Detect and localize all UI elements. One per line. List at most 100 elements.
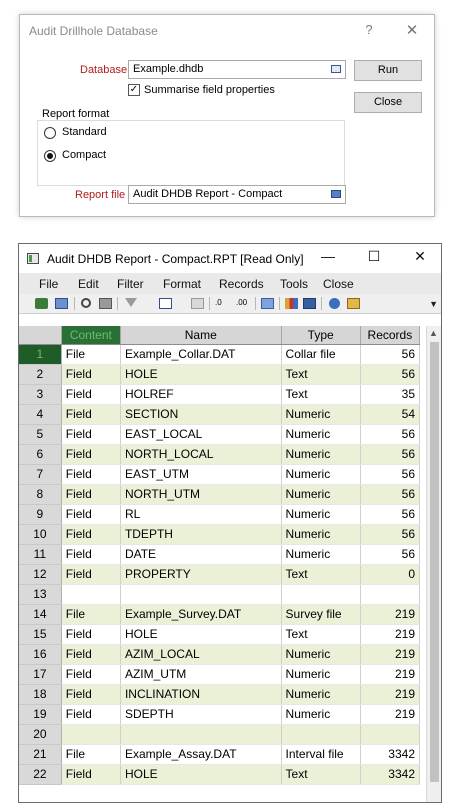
type-cell[interactable]: Interval file: [281, 744, 361, 765]
type-cell[interactable]: Numeric: [281, 544, 361, 565]
summarise-checkbox[interactable]: ✓: [128, 84, 140, 96]
row-number[interactable]: 7: [19, 464, 62, 485]
table-row[interactable]: 14 File Example_Survey.DAT Survey file 219: [19, 604, 421, 625]
content-cell[interactable]: File: [61, 344, 121, 365]
settings-icon[interactable]: [347, 298, 360, 309]
content-cell[interactable]: Field: [61, 664, 121, 685]
standard-radio[interactable]: [44, 127, 56, 139]
type-cell[interactable]: Text: [281, 384, 361, 405]
name-cell[interactable]: HOLE: [120, 364, 282, 385]
records-cell[interactable]: 56: [360, 464, 421, 485]
type-cell[interactable]: Numeric: [281, 404, 361, 425]
records-cell[interactable]: 56: [360, 424, 421, 445]
records-cell[interactable]: 219: [360, 664, 421, 685]
row-number[interactable]: 16: [19, 644, 62, 665]
row-number[interactable]: 9: [19, 504, 62, 525]
records-cell[interactable]: 56: [360, 524, 421, 545]
content-cell[interactable]: Field: [61, 384, 121, 405]
content-cell[interactable]: Field: [61, 464, 121, 485]
table-row[interactable]: 10 Field TDEPTH Numeric 56: [19, 524, 421, 545]
toolbar-overflow-icon[interactable]: ▼: [429, 299, 438, 309]
browse-file-icon[interactable]: [331, 190, 341, 198]
records-cell[interactable]: 219: [360, 644, 421, 665]
table-row[interactable]: 18 Field INCLINATION Numeric 219: [19, 684, 421, 705]
table-row[interactable]: 22 Field HOLE Text 3342: [19, 764, 421, 785]
type-cell[interactable]: Numeric: [281, 464, 361, 485]
type-cell[interactable]: Numeric: [281, 504, 361, 525]
name-cell[interactable]: AZIM_UTM: [120, 664, 282, 685]
print-icon[interactable]: [99, 298, 112, 309]
table-row[interactable]: 19 Field SDEPTH Numeric 219: [19, 704, 421, 725]
type-cell[interactable]: Numeric: [281, 424, 361, 445]
table-row[interactable]: 13: [19, 584, 421, 605]
table-row[interactable]: 5 Field EAST_LOCAL Numeric 56: [19, 424, 421, 445]
content-cell[interactable]: Field: [61, 484, 121, 505]
type-cell[interactable]: Text: [281, 624, 361, 645]
row-number[interactable]: 18: [19, 684, 62, 705]
type-cell[interactable]: Text: [281, 564, 361, 585]
records-cell[interactable]: 56: [360, 444, 421, 465]
name-cell[interactable]: RL: [120, 504, 282, 525]
table-row[interactable]: 4 Field SECTION Numeric 54: [19, 404, 421, 425]
row-number[interactable]: 20: [19, 724, 62, 745]
name-cell[interactable]: Example_Assay.DAT: [120, 744, 282, 765]
column-header-name[interactable]: Name: [120, 326, 282, 345]
table-row[interactable]: 21 File Example_Assay.DAT Interval file 3342: [19, 744, 421, 765]
type-cell[interactable]: Numeric: [281, 524, 361, 545]
records-cell[interactable]: [360, 724, 421, 745]
table-row[interactable]: 16 Field AZIM_LOCAL Numeric 219: [19, 644, 421, 665]
content-cell[interactable]: Field: [61, 504, 121, 525]
table-row[interactable]: 12 Field PROPERTY Text 0: [19, 564, 421, 585]
type-cell[interactable]: Numeric: [281, 484, 361, 505]
name-cell[interactable]: EAST_UTM: [120, 464, 282, 485]
close-button[interactable]: Close: [354, 92, 422, 113]
row-number[interactable]: 2: [19, 364, 62, 385]
row-number[interactable]: 6: [19, 444, 62, 465]
records-cell[interactable]: 56: [360, 504, 421, 525]
close-icon[interactable]: ✕: [404, 21, 420, 39]
table-row[interactable]: 15 Field HOLE Text 219: [19, 624, 421, 645]
table-row[interactable]: 11 Field DATE Numeric 56: [19, 544, 421, 565]
records-cell[interactable]: [360, 584, 421, 605]
menu-records[interactable]: Records: [219, 277, 264, 291]
type-cell[interactable]: Text: [281, 764, 361, 785]
columns-icon[interactable]: [159, 298, 172, 309]
type-cell[interactable]: Text: [281, 364, 361, 385]
type-cell[interactable]: Numeric: [281, 664, 361, 685]
table-row[interactable]: 7 Field EAST_UTM Numeric 56: [19, 464, 421, 485]
content-cell[interactable]: Field: [61, 624, 121, 645]
name-cell[interactable]: PROPERTY: [120, 564, 282, 585]
name-cell[interactable]: NORTH_UTM: [120, 484, 282, 505]
records-cell[interactable]: 0: [360, 564, 421, 585]
name-cell[interactable]: AZIM_LOCAL: [120, 644, 282, 665]
table-row[interactable]: 6 Field NORTH_LOCAL Numeric 56: [19, 444, 421, 465]
type-cell[interactable]: [281, 584, 361, 605]
browse-icon[interactable]: [331, 65, 341, 73]
column-header-content[interactable]: Content: [61, 326, 121, 345]
row-number[interactable]: 11: [19, 544, 62, 565]
type-cell[interactable]: Numeric: [281, 444, 361, 465]
table-row[interactable]: 2 Field HOLE Text 56: [19, 364, 421, 385]
type-cell[interactable]: Survey file: [281, 604, 361, 625]
content-cell[interactable]: Field: [61, 684, 121, 705]
menu-tools[interactable]: Tools: [280, 277, 308, 291]
content-cell[interactable]: Field: [61, 444, 121, 465]
grid-icon[interactable]: [191, 298, 204, 309]
content-cell[interactable]: File: [61, 744, 121, 765]
records-cell[interactable]: 56: [360, 484, 421, 505]
menu-close[interactable]: Close: [323, 277, 354, 291]
table-row[interactable]: 17 Field AZIM_UTM Numeric 219: [19, 664, 421, 685]
content-cell[interactable]: [61, 724, 121, 745]
content-cell[interactable]: Field: [61, 524, 121, 545]
run-button[interactable]: Run: [354, 60, 422, 81]
records-cell[interactable]: 56: [360, 344, 421, 365]
name-cell[interactable]: SECTION: [120, 404, 282, 425]
records-cell[interactable]: 219: [360, 604, 421, 625]
window-close-icon[interactable]: ✕: [410, 248, 430, 265]
column-header-records[interactable]: Records: [360, 326, 421, 345]
compact-radio[interactable]: [44, 150, 56, 162]
content-cell[interactable]: Field: [61, 544, 121, 565]
name-cell[interactable]: [120, 584, 282, 605]
table-icon[interactable]: [303, 298, 316, 309]
refresh-icon[interactable]: [35, 298, 48, 309]
